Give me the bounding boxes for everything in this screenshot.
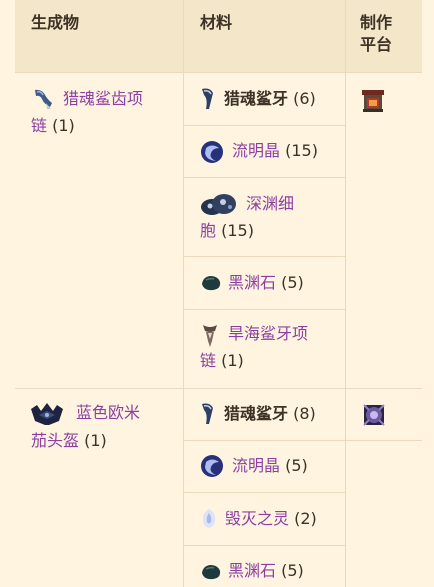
omega-helmet-icon	[29, 401, 65, 431]
material-qty: (1)	[221, 351, 244, 370]
material-link[interactable]: 黑渊石	[228, 273, 276, 292]
material-link[interactable]: 流明晶	[232, 141, 280, 160]
material-link[interactable]: 猎魂鲨牙	[224, 404, 288, 423]
material-qty: (2)	[294, 509, 317, 528]
material-qty: (5)	[281, 273, 304, 292]
material-row: 深渊细 胞 (15)	[184, 178, 345, 256]
material-row: 黑渊石 (5)	[184, 257, 345, 309]
recipe-1-result-qty: (1)	[52, 116, 75, 135]
material-qty: (8)	[293, 404, 316, 423]
material-row: 猎魂鲨牙 (6)	[184, 73, 345, 125]
header-materials: 材料	[184, 0, 345, 72]
recipe-2-result-link-cont[interactable]: 茄头盔	[31, 431, 79, 450]
recipe-2-result: 蓝色欧米 茄头盔 (1)	[15, 389, 183, 587]
material-qty: (15)	[221, 221, 254, 240]
material-row: 流明晶 (15)	[184, 126, 345, 177]
material-link[interactable]: 深渊细	[246, 191, 294, 217]
material-qty: (6)	[293, 89, 316, 108]
necklace-icon	[30, 87, 54, 115]
lumenyl-icon	[199, 453, 225, 483]
lumenyl-icon	[199, 139, 225, 169]
material-qty: (5)	[281, 561, 304, 580]
scoria-ore-icon	[200, 563, 222, 585]
recipe-2-result-link[interactable]: 蓝色欧米	[76, 400, 140, 426]
scoria-ore-icon	[200, 274, 222, 296]
material-link[interactable]: 毁灭之灵	[225, 509, 289, 528]
material-row: 旱海鲨牙项 链 (1)	[184, 310, 345, 388]
depth-cells-icon	[199, 192, 237, 220]
recipe-2-result-qty: (1)	[84, 431, 107, 450]
header-materials-label: 材料	[200, 13, 233, 32]
material-row: 流明晶 (5)	[184, 441, 345, 492]
header-result-label: 生成物	[31, 13, 80, 32]
recipe-1-station	[346, 73, 422, 388]
header-station: 制作 平台	[346, 0, 422, 72]
material-link[interactable]: 流明晶	[232, 456, 280, 475]
recipe-2-station	[346, 389, 422, 440]
furnace-icon[interactable]	[360, 87, 386, 117]
recipe-1-result: 猎魂鲨齿项 链 (1)	[15, 73, 183, 388]
recipe-1-result-link[interactable]: 猎魂鲨齿项	[63, 86, 143, 112]
shark-tooth-icon	[200, 402, 216, 430]
material-link[interactable]: 猎魂鲨牙	[224, 89, 288, 108]
recipe-1-result-link-cont[interactable]: 链	[31, 116, 47, 135]
material-link[interactable]: 旱海鲨牙项	[228, 321, 308, 347]
material-qty: (15)	[285, 141, 318, 160]
material-row: 毁灭之灵 (2)	[184, 493, 345, 545]
material-qty: (5)	[285, 456, 308, 475]
material-link-cont[interactable]: 胞	[200, 221, 216, 240]
ruin-spirit-icon	[200, 507, 218, 533]
material-row: 黑渊石 (5)	[184, 546, 345, 587]
cosmic-anvil-icon[interactable]	[361, 402, 387, 432]
material-link[interactable]: 黑渊石	[228, 561, 276, 580]
header-result: 生成物	[15, 0, 183, 72]
material-row: 猎魂鲨牙 (8)	[184, 389, 345, 440]
header-station-label: 制作 平台	[360, 13, 393, 54]
shark-tooth-icon	[200, 87, 216, 115]
material-link-cont[interactable]: 链	[200, 351, 216, 370]
